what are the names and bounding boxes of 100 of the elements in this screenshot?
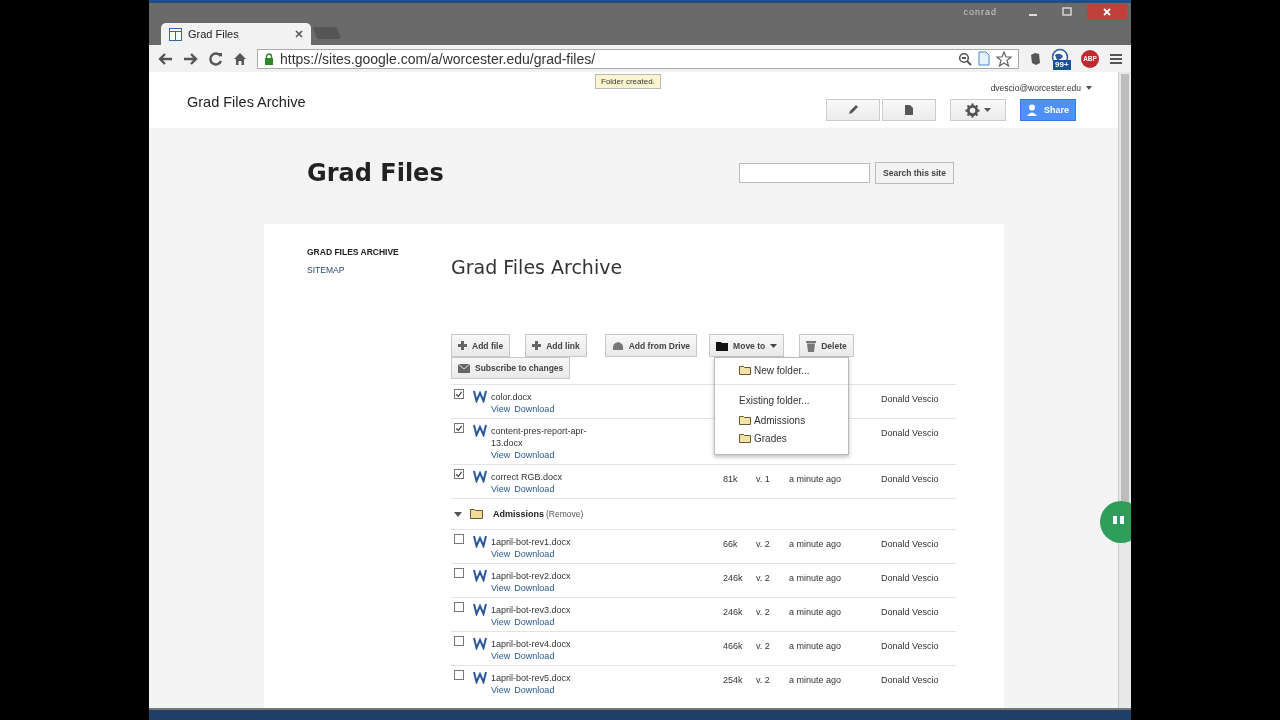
- checkbox[interactable]: [454, 568, 464, 578]
- close-button[interactable]: [1087, 3, 1127, 20]
- search-button[interactable]: Search this site: [875, 162, 954, 184]
- page-title: Grad Files Archive: [451, 256, 624, 278]
- count-badge: 99+: [1053, 59, 1071, 70]
- download-link[interactable]: Download: [514, 582, 555, 594]
- settings-button[interactable]: [950, 99, 1006, 121]
- view-link[interactable]: View: [491, 449, 511, 461]
- account-menu[interactable]: dvescio@worcester.edu: [990, 83, 1081, 93]
- trash-icon[interactable]: [806, 339, 817, 352]
- file-name: 1april-bot-rev2.docx: [491, 570, 572, 582]
- download-link[interactable]: Download: [514, 449, 555, 461]
- site-name[interactable]: Grad Files Archive: [187, 94, 306, 110]
- view-link[interactable]: View: [491, 403, 511, 415]
- view-link[interactable]: View: [491, 548, 511, 560]
- checkbox[interactable]: [454, 534, 464, 544]
- modified-time: a minute ago: [789, 474, 842, 484]
- menu-heading: Existing folder...: [738, 394, 811, 408]
- view-link[interactable]: View: [491, 616, 511, 628]
- close-icon[interactable]: [1102, 6, 1112, 17]
- checkbox[interactable]: [454, 670, 464, 680]
- url-text: https://sites.google.com/a/worcester.edu/grad-files/: [280, 50, 596, 67]
- menu-item[interactable]: Admissions: [715, 412, 848, 430]
- folder-icon[interactable]: [739, 434, 751, 443]
- file-version: v. 2: [756, 675, 770, 685]
- view-link[interactable]: View: [491, 684, 511, 696]
- menu-item[interactable]: Grades: [715, 430, 848, 448]
- zoom-icon[interactable]: [958, 51, 972, 66]
- file-name: content-pres-report-apr-13.docx: [491, 425, 588, 449]
- home-icon[interactable]: [233, 51, 247, 66]
- caret-icon[interactable]: [770, 343, 778, 348]
- document-icon[interactable]: [978, 51, 990, 66]
- toolbar-button[interactable]: Add link: [525, 334, 587, 357]
- remove-link[interactable]: (Remove): [546, 509, 584, 519]
- file-owner: Donald Vescio: [881, 394, 939, 404]
- page-icon: [169, 27, 182, 41]
- window-user-label: conrad: [963, 6, 997, 17]
- file-size: 246k: [723, 573, 743, 583]
- toolbar-button[interactable]: Move to: [709, 334, 785, 357]
- download-link[interactable]: Download: [514, 616, 555, 628]
- folder-icon[interactable]: [716, 340, 729, 351]
- envelope-icon[interactable]: [458, 363, 470, 373]
- back-icon[interactable]: [157, 51, 173, 66]
- file-owner: Donald Vescio: [881, 675, 939, 685]
- file-owner: Donald Vescio: [881, 539, 939, 549]
- file-owner: Donald Vescio: [881, 428, 939, 438]
- toolbar-button[interactable]: Add file: [451, 334, 511, 357]
- sidebar-item[interactable]: SITEMAP: [307, 265, 451, 275]
- caret-icon[interactable]: [1086, 86, 1092, 90]
- search-field[interactable]: [739, 163, 870, 183]
- view-link[interactable]: View: [491, 483, 511, 495]
- toolbar-button[interactable]: Add from Drive: [604, 334, 698, 357]
- plus-icon[interactable]: [458, 341, 467, 350]
- new-page-button[interactable]: [882, 99, 936, 121]
- view-link[interactable]: View: [491, 650, 511, 662]
- view-link[interactable]: View: [491, 582, 511, 594]
- lock-icon: [264, 52, 274, 65]
- toolbar-button[interactable]: Delete: [799, 334, 854, 357]
- modified-time: a minute ago: [789, 539, 842, 549]
- page-icon[interactable]: [904, 104, 914, 116]
- download-link[interactable]: Download: [514, 483, 555, 495]
- browser-tab[interactable]: Grad Files: [161, 23, 311, 45]
- folder-icon[interactable]: [739, 366, 751, 375]
- file-size: 81k: [723, 474, 738, 484]
- word-document-icon: [473, 534, 487, 548]
- checkbox[interactable]: [454, 389, 464, 399]
- reload-icon[interactable]: [209, 51, 223, 66]
- menu-icon[interactable]: [1109, 52, 1123, 65]
- menu-item[interactable]: New folder...: [715, 362, 848, 380]
- download-link[interactable]: Download: [514, 684, 555, 696]
- file-owner: Donald Vescio: [881, 573, 939, 583]
- file-version: v. 1: [756, 474, 770, 484]
- download-link[interactable]: Download: [514, 650, 555, 662]
- person-icon[interactable]: [1027, 104, 1040, 116]
- maximize-icon[interactable]: [1062, 6, 1072, 17]
- checkbox[interactable]: [454, 602, 464, 612]
- file-version: v. 2: [756, 607, 770, 617]
- file-name: 1april-bot-rev4.docx: [491, 638, 572, 650]
- subscribe-button[interactable]: Subscribe to changes: [451, 357, 571, 379]
- download-link[interactable]: Download: [514, 403, 555, 415]
- expand-caret-icon[interactable]: [454, 510, 462, 518]
- close-tab-icon[interactable]: [295, 30, 303, 38]
- scrollbar[interactable]: [1118, 72, 1131, 708]
- file-name: 1april-bot-rev3.docx: [491, 604, 572, 616]
- plus-icon[interactable]: [532, 341, 542, 350]
- folder-icon[interactable]: [739, 416, 751, 425]
- word-document-icon: [473, 389, 487, 403]
- download-link[interactable]: Download: [514, 548, 555, 560]
- pencil-icon[interactable]: [847, 104, 859, 116]
- checkbox[interactable]: [454, 423, 464, 433]
- caret-icon[interactable]: [984, 108, 991, 112]
- modified-time: a minute ago: [789, 641, 842, 651]
- sidebar-item[interactable]: GRAD FILES ARCHIVE: [307, 247, 451, 257]
- forward-icon[interactable]: [183, 51, 199, 66]
- star-icon[interactable]: [996, 50, 1012, 67]
- address-bar[interactable]: https://sites.google.com/a/worcester.edu/grad-files/: [257, 48, 1019, 69]
- modified-time: a minute ago: [789, 607, 842, 617]
- settings-icon[interactable]: [965, 102, 980, 118]
- checkbox[interactable]: [454, 636, 464, 646]
- checkbox[interactable]: [454, 469, 464, 479]
